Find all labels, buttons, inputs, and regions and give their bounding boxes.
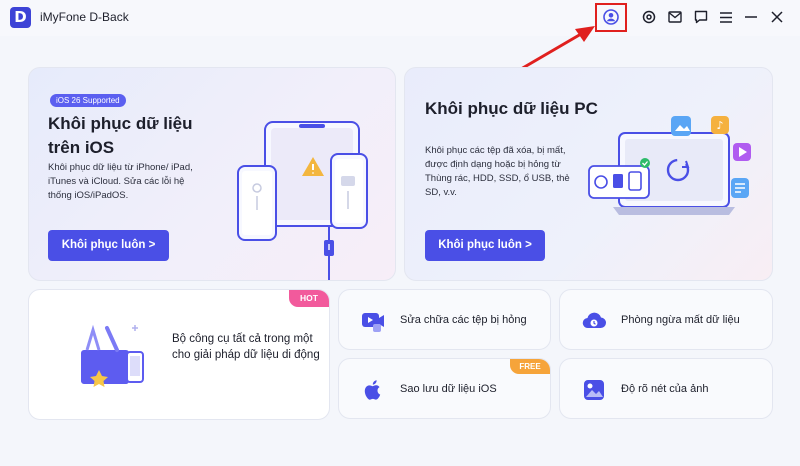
- feedback-icon[interactable]: [692, 8, 710, 26]
- toolbox-icon: [81, 324, 144, 387]
- toolkit-card[interactable]: HOT Bộ công cụ tất cả trong một cho giải…: [28, 289, 330, 420]
- pc-recovery-card[interactable]: Khôi phục dữ liệu PC Khôi phục các tệp đ…: [404, 67, 773, 281]
- close-icon[interactable]: [768, 8, 786, 26]
- prevent-loss-card[interactable]: Phòng ngừa mất dữ liệu: [559, 289, 773, 350]
- ios-recovery-card[interactable]: iOS 26 Supported Khôi phục dữ liệu trên …: [28, 67, 396, 281]
- ios-backup-label: Sao lưu dữ liệu iOS: [400, 383, 497, 395]
- menu-icon[interactable]: [717, 8, 735, 26]
- ios-card-description: Khôi phục dữ liệu từ iPhone/ iPad, iTune…: [48, 162, 193, 201]
- ios-recover-button[interactable]: Khôi phục luôn >: [48, 230, 169, 261]
- app-logo: D: [10, 7, 31, 28]
- toolkit-description: Bộ công cụ tất cả trong một cho giải phá…: [172, 333, 320, 361]
- repair-files-card[interactable]: Sửa chữa các tệp bị hỏng: [338, 289, 551, 350]
- prevent-loss-label: Phòng ngừa mất dữ liệu: [621, 314, 740, 326]
- pc-recover-button[interactable]: Khôi phục luôn >: [425, 230, 545, 261]
- app-title: iMyFone D-Back: [40, 10, 129, 24]
- apple-backup-icon: [364, 380, 381, 400]
- ios-backup-card[interactable]: FREE Sao lưu dữ liệu iOS: [338, 358, 551, 419]
- free-tag: FREE: [510, 359, 550, 374]
- title-bar: D iMyFone D-Back: [0, 0, 800, 36]
- video-repair-icon: [362, 313, 384, 332]
- photo-enhance-label: Độ rõ nét của ảnh: [621, 383, 709, 395]
- mail-icon[interactable]: [666, 8, 684, 26]
- repair-files-label: Sửa chữa các tệp bị hỏng: [400, 314, 527, 326]
- settings-icon[interactable]: [640, 8, 658, 26]
- pc-card-title: Khôi phục dữ liệu PC: [425, 99, 598, 118]
- hot-tag: HOT: [289, 290, 329, 307]
- ios-supported-badge: iOS 26 Supported: [50, 94, 126, 107]
- laptop-illustration: ♪: [588, 116, 751, 215]
- svg-text:♪: ♪: [716, 119, 723, 132]
- pc-card-description: Khôi phục các tệp đã xóa, bị mất, được đ…: [425, 145, 570, 198]
- devices-illustration: [237, 121, 368, 280]
- minimize-icon[interactable]: [742, 8, 760, 26]
- photo-enhance-icon: [584, 380, 604, 400]
- photo-enhance-card[interactable]: Độ rõ nét của ảnh: [559, 358, 773, 419]
- ios-card-title: Khôi phục dữ liệu trên iOS: [48, 114, 193, 157]
- cloud-protect-icon: [582, 312, 606, 329]
